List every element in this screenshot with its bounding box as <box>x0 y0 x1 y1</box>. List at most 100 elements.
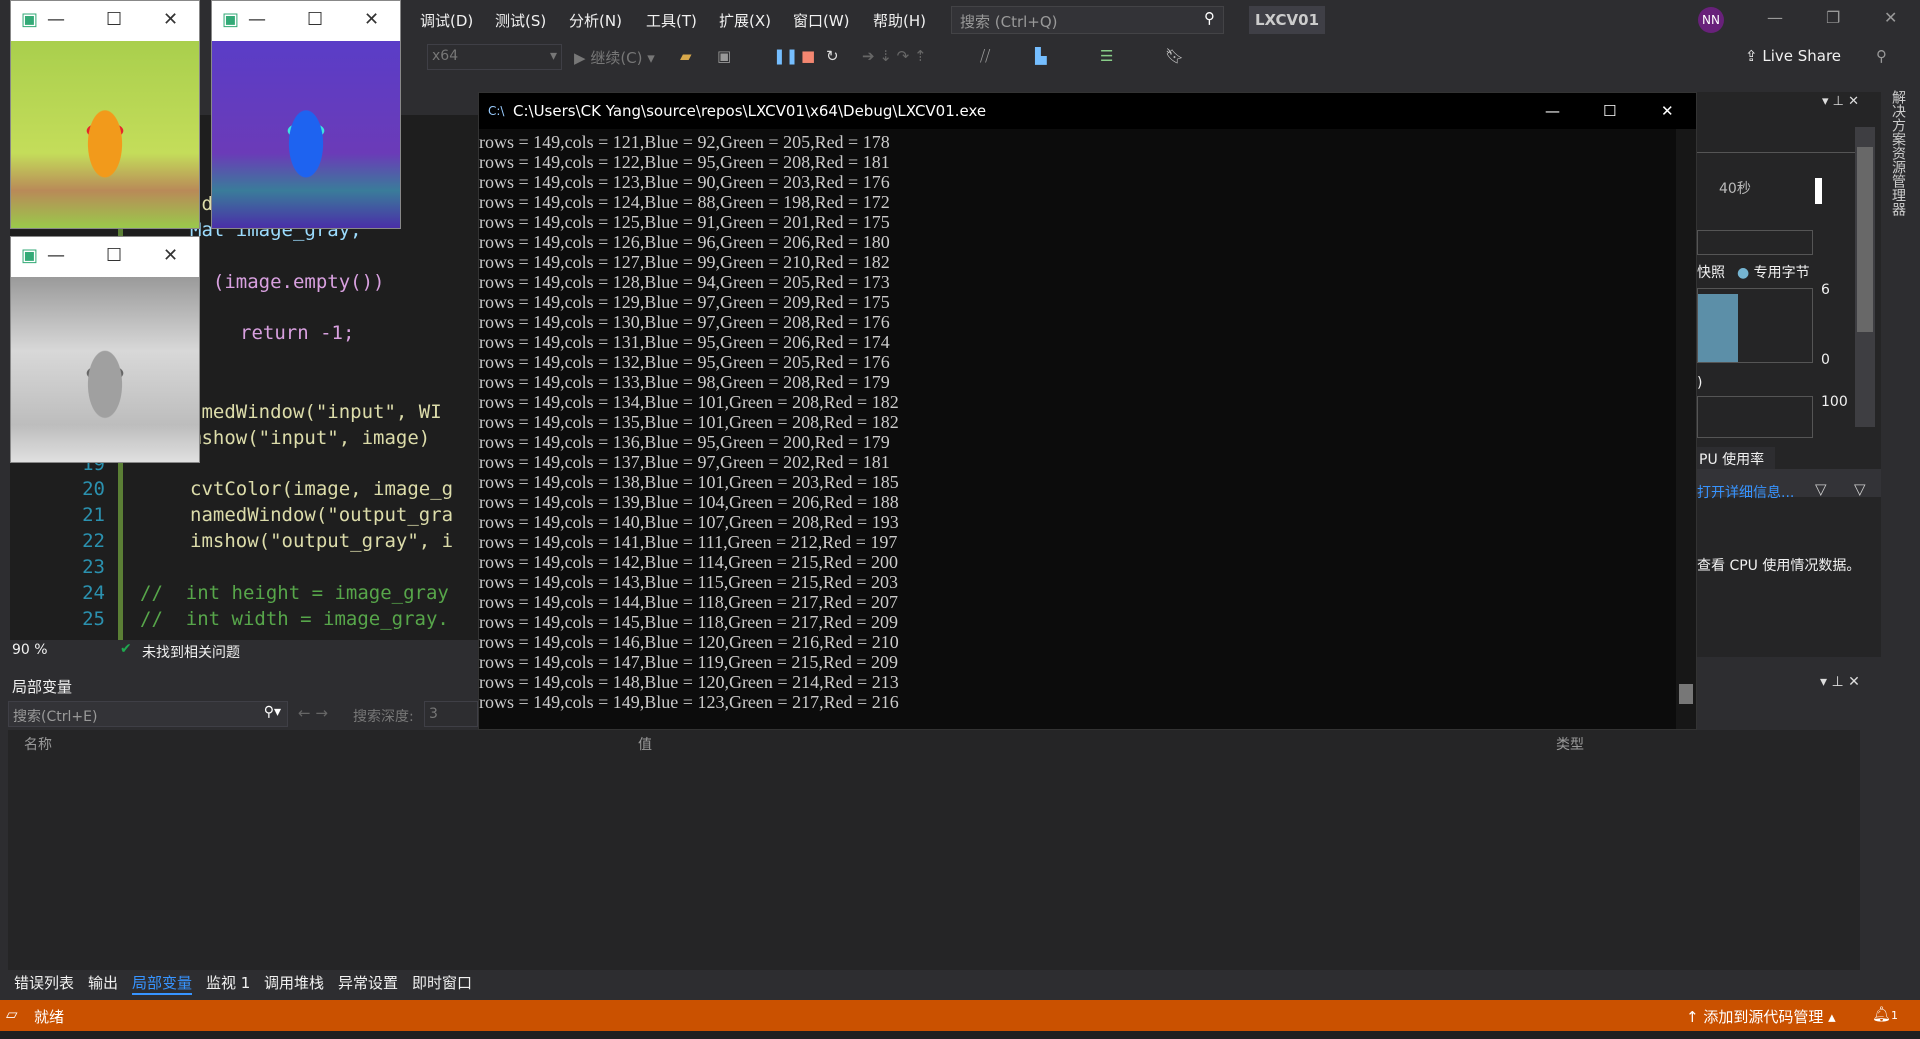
scroll-thumb[interactable] <box>1857 147 1873 332</box>
filter-icon-2[interactable]: ▽ <box>1854 480 1866 498</box>
code-line[interactable]: imshow("output_gray", i <box>190 530 453 552</box>
depth-select[interactable]: 3 <box>424 701 478 727</box>
minimize-icon[interactable]: — <box>1545 93 1560 129</box>
restore-icon[interactable]: ❐ <box>1826 8 1840 27</box>
close-icon[interactable]: ✕ <box>163 245 178 266</box>
filter-icon[interactable]: ▽ <box>1815 480 1827 498</box>
maximize-icon[interactable]: ☐ <box>106 9 122 30</box>
taskbar-edge <box>0 1031 1920 1039</box>
zoom-level[interactable]: 90 % <box>12 642 48 658</box>
tab-watch-1[interactable]: 监视 1 <box>206 972 250 993</box>
panel-controls[interactable]: ▾ ⊥ ✕ <box>1820 674 1860 690</box>
window-titlebar[interactable]: ▣ — ☐ ✕ <box>11 1 199 41</box>
memory-chart <box>1697 288 1813 363</box>
bookmark-icon[interactable]: 🔖︎ <box>1165 47 1184 65</box>
code-line[interactable]: cvtColor(image, image_g <box>190 478 453 500</box>
tab-exception-settings[interactable]: 异常设置 <box>338 972 398 993</box>
column-type[interactable]: 类型 <box>1556 734 1584 754</box>
console-line: rows = 149,cols = 143,Blue = 115,Green =… <box>479 572 899 592</box>
menu-help[interactable]: 帮助(H) <box>873 10 926 31</box>
memory-bar <box>1698 294 1738 362</box>
maximize-icon[interactable]: ☐ <box>106 245 122 266</box>
search-placeholder: 搜索 (Ctrl+Q) <box>960 13 1058 31</box>
platform-value: x64 <box>432 48 459 64</box>
maximize-icon[interactable]: ☐ <box>1603 93 1616 129</box>
menu-extensions[interactable]: 扩展(X) <box>719 10 771 31</box>
code-line[interactable]: // int width = image_gray. <box>140 608 449 630</box>
menu-test[interactable]: 测试(S) <box>495 10 546 31</box>
column-name[interactable]: 名称 <box>24 734 52 754</box>
window-titlebar[interactable]: ▣ — ☐ ✕ <box>212 1 400 41</box>
console-line: rows = 149,cols = 140,Blue = 107,Green =… <box>479 512 899 532</box>
live-share-button[interactable]: ⇪ Live Share <box>1745 47 1841 65</box>
hex-icon[interactable]: ⧸⧸ <box>980 47 990 65</box>
code-line[interactable]: amedWindow("input", WI <box>190 401 442 423</box>
app-icon: ▣ <box>21 245 39 266</box>
step-icons[interactable]: ➔ ⇣ ↷ ⇡ <box>862 47 927 65</box>
code-line[interactable]: mshow("input", image) <box>190 427 430 449</box>
tab-call-stack[interactable]: 调用堆栈 <box>264 972 324 993</box>
tab-output[interactable]: 输出 <box>88 972 118 993</box>
close-icon[interactable]: ✕ <box>1884 8 1897 27</box>
code-line[interactable]: return -1; <box>240 322 354 344</box>
menu-window[interactable]: 窗口(W) <box>793 10 850 31</box>
tab-locals[interactable]: 局部变量 <box>132 972 193 995</box>
screenshot-icon[interactable]: ▣ <box>717 47 731 65</box>
cpu-axis-max: 100 <box>1821 394 1848 410</box>
thread-icon[interactable]: ▙ <box>1035 47 1047 65</box>
app-icon: ▣ <box>21 9 39 30</box>
issues-status[interactable]: 未找到相关问题 <box>142 642 240 662</box>
continue-button[interactable]: ▶ 继续(C) ▾ <box>574 47 655 68</box>
menu-tools[interactable]: 工具(T) <box>646 10 697 31</box>
window-titlebar[interactable]: ▣ — ☐ ✕ <box>11 237 199 277</box>
solution-explorer-tab[interactable]: 解决方案资源管理器 <box>1886 90 1908 230</box>
notification-count: 1 <box>1891 1009 1899 1022</box>
open-details-link[interactable]: 打开详细信息... <box>1697 482 1794 502</box>
close-icon[interactable]: ✕ <box>163 9 178 30</box>
cpu-chart <box>1697 396 1813 438</box>
output-image-window[interactable]: ▣ — ☐ ✕ <box>211 0 401 229</box>
gray-image-window[interactable]: ▣ — ☐ ✕ <box>10 236 200 463</box>
locals-search-input[interactable]: 搜索(Ctrl+E) ⚲▾ <box>8 701 288 727</box>
nav-arrows[interactable]: ← → <box>298 704 328 722</box>
source-control-button[interactable]: ↑ 添加到源代码管理 ▴ <box>1686 1006 1836 1027</box>
tab-immediate[interactable]: 即时窗口 <box>412 972 472 993</box>
code-line[interactable]: namedWindow("output_gra <box>190 504 453 526</box>
timeline-marker[interactable] <box>1815 178 1822 204</box>
platform-select[interactable]: x64 ▾ <box>427 44 562 70</box>
console-output: rows = 149,cols = 121,Blue = 92,Green = … <box>479 129 1675 729</box>
feedback-icon[interactable]: ⚲ <box>1876 47 1887 65</box>
restart-icon[interactable]: ↻ <box>826 47 839 65</box>
notifications-icon[interactable]: 🔔︎1 <box>1872 1005 1898 1023</box>
menu-debug[interactable]: 调试(D) <box>420 10 473 31</box>
timeline-label: 40秒 <box>1719 181 1751 197</box>
ready-icon: ▱ <box>6 1005 18 1023</box>
tab-cpu-usage[interactable]: PU 使用率 <box>1697 447 1775 469</box>
menu-analyze[interactable]: 分析(N) <box>569 10 622 31</box>
minimize-icon[interactable]: — <box>47 245 65 266</box>
code-line[interactable]: f (image.empty()) <box>190 271 384 293</box>
search-input[interactable]: 搜索 (Ctrl+Q) ⚲ <box>951 6 1224 34</box>
console-window[interactable]: C:\ C:\Users\CK Yang\source\repos\LXCV01… <box>478 92 1697 730</box>
memory-axis-min: 0 <box>1821 352 1830 368</box>
comment-icon[interactable]: ☰ <box>1100 47 1113 65</box>
process-icon[interactable]: ▰ <box>680 47 692 65</box>
minimize-icon[interactable]: — <box>248 9 266 30</box>
minimize-icon[interactable]: — <box>47 9 65 30</box>
close-icon[interactable]: ✕ <box>364 9 379 30</box>
panel-controls[interactable]: ▾ ⊥ ✕ <box>1822 94 1859 109</box>
console-titlebar[interactable]: C:\ C:\Users\CK Yang\source\repos\LXCV01… <box>479 93 1696 129</box>
input-image <box>11 41 199 228</box>
console-scrollbar[interactable] <box>1676 129 1696 729</box>
column-value[interactable]: 值 <box>638 734 652 754</box>
stop-icon[interactable]: ■ <box>801 47 815 65</box>
minimize-icon[interactable]: — <box>1767 8 1783 27</box>
tab-error-list[interactable]: 错误列表 <box>14 972 74 993</box>
input-image-window[interactable]: ▣ — ☐ ✕ <box>10 0 200 229</box>
code-line[interactable]: // int height = image_gray <box>140 582 449 604</box>
pause-icon[interactable]: ❚❚ <box>773 47 798 65</box>
avatar[interactable]: NN <box>1698 7 1724 33</box>
maximize-icon[interactable]: ☐ <box>307 9 323 30</box>
panel-scrollbar[interactable] <box>1855 127 1875 427</box>
close-icon[interactable]: ✕ <box>1661 93 1674 129</box>
